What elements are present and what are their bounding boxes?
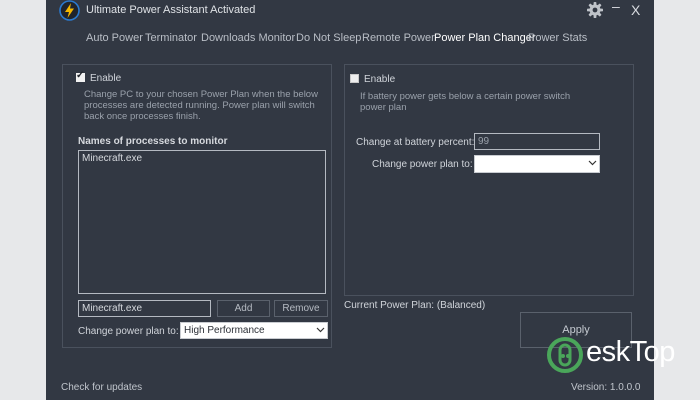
- process-enable-checkbox[interactable]: [76, 70, 85, 82]
- tab-bar: Auto Power Terminator Downloads Monitor …: [46, 32, 654, 46]
- process-enable-label: Enable: [90, 73, 122, 84]
- battery-percent-input[interactable]: 99: [474, 133, 600, 150]
- process-plan-label: Change power plan to:: [78, 326, 179, 337]
- process-listbox[interactable]: Minecraft.exe: [78, 150, 326, 294]
- power-d-icon: [547, 337, 583, 373]
- tab-auto-power[interactable]: Auto Power: [86, 32, 143, 44]
- title-bar: Ultimate Power Assistant Activated – X: [46, 0, 654, 22]
- tab-power-stats[interactable]: Power Stats: [528, 32, 587, 44]
- tab-downloads-monitor[interactable]: Downloads Monitor: [201, 32, 295, 44]
- watermark-text: eskTop: [586, 336, 675, 368]
- process-name-input[interactable]: Minecraft.exe: [78, 300, 211, 317]
- remove-button[interactable]: Remove: [274, 300, 328, 317]
- window-title: Ultimate Power Assistant Activated: [86, 4, 256, 16]
- tab-power-plan-changer[interactable]: Power Plan Changer: [434, 32, 536, 44]
- chevron-down-icon: [588, 160, 597, 166]
- battery-plan-select[interactable]: [474, 155, 600, 173]
- process-description: Change PC to your chosen Power Plan when…: [84, 89, 318, 122]
- battery-enable-label: Enable: [364, 74, 396, 85]
- tab-remote-power[interactable]: Remote Power: [362, 32, 435, 44]
- battery-description: If battery power gets below a certain po…: [360, 91, 571, 113]
- add-button[interactable]: Add: [217, 300, 270, 317]
- lightning-bolt-icon: [59, 0, 80, 21]
- list-item[interactable]: Minecraft.exe: [82, 153, 142, 164]
- process-plan-select[interactable]: High Performance: [180, 322, 328, 339]
- gear-icon[interactable]: [586, 1, 604, 19]
- chevron-down-icon: [316, 327, 325, 333]
- tab-do-not-sleep[interactable]: Do Not Sleep: [296, 32, 361, 44]
- process-plan-value: High Performance: [184, 325, 265, 336]
- battery-enable-checkbox[interactable]: [350, 74, 359, 83]
- close-button[interactable]: X: [631, 2, 640, 18]
- tab-terminator[interactable]: Terminator: [145, 32, 197, 44]
- minimize-button[interactable]: –: [612, 0, 620, 14]
- process-list-header: Names of processes to monitor: [78, 136, 228, 147]
- check-for-updates-link[interactable]: Check for updates: [61, 382, 142, 393]
- battery-plan-label: Change power plan to:: [372, 159, 473, 170]
- version-label: Version: 1.0.0.0: [571, 382, 641, 393]
- current-power-plan: Current Power Plan: (Balanced): [344, 300, 486, 311]
- battery-percent-label: Change at battery percent:: [356, 137, 475, 148]
